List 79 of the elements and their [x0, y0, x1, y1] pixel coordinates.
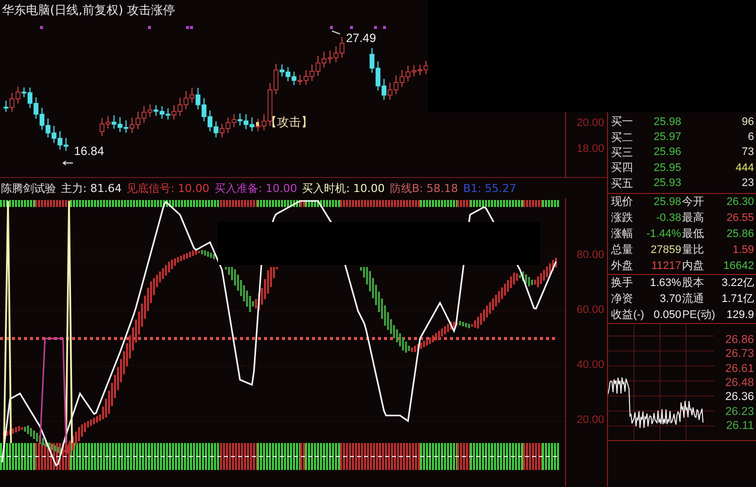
legend-item: 主力: 81.64 — [61, 180, 122, 196]
signal-marker — [374, 26, 377, 29]
legend-item: 防线B: 58.18 — [390, 180, 458, 196]
legend-item: B1: 55.27 — [463, 182, 516, 194]
stat-value: 16642 — [722, 260, 754, 272]
stat-value: -0.38 — [655, 212, 682, 224]
chart-title: 华东电脑(日线,前复权) 攻击涨停 — [2, 2, 175, 19]
stat-label: 流通 — [682, 292, 706, 306]
stat-label: 外盘 — [611, 259, 634, 274]
stat-label: 换手 — [611, 276, 634, 290]
high-price-label: 27.49 — [346, 31, 376, 45]
bid-volume: 444 — [734, 162, 754, 174]
bid-volume: 6 — [746, 131, 754, 144]
low-price-label: 16.84 — [74, 144, 104, 158]
indicator-axis-label: 20.00 — [576, 414, 604, 426]
indicator-axis-label: 60.00 — [576, 304, 604, 316]
signal-marker — [40, 26, 43, 29]
stat-label: 总量 — [611, 243, 634, 258]
stat-label: 涨幅 — [611, 227, 634, 242]
stat-label: 最高 — [682, 210, 706, 226]
signal-marker — [330, 26, 333, 29]
stat-value: 3.70 — [658, 292, 682, 305]
bid-price: 25.95 — [652, 162, 682, 174]
minute-price-label: 26.86 — [725, 334, 754, 346]
stat-label: 量比 — [682, 243, 706, 258]
stat-value: 129.9 — [725, 308, 754, 321]
stat-value: 1.71亿 — [720, 292, 754, 306]
stat-label: 最低 — [682, 227, 706, 242]
stat-label: 净资 — [611, 292, 634, 306]
legend-item: 陈腾剑试验 — [1, 180, 56, 196]
stat-value: 1.63% — [649, 276, 682, 289]
minute-price-label: 26.23 — [725, 406, 754, 418]
stat-value: 25.98 — [652, 196, 682, 208]
signal-marker — [383, 26, 386, 29]
stat-value: 25.86 — [725, 228, 754, 240]
stat-label: 收益(-) — [611, 308, 644, 322]
stat-label: 股本 — [682, 276, 706, 290]
signal-label: 【攻击】 — [265, 114, 313, 131]
minute-price-label: 26.36 — [725, 391, 754, 404]
stat-value: 0.050 — [652, 308, 682, 321]
stat-label: 现价 — [611, 195, 634, 210]
price-axis-label: 18.00 — [576, 143, 604, 155]
bid-price: 25.98 — [652, 116, 682, 128]
stat-value: 27859 — [650, 244, 682, 256]
minute-price-label: 26.73 — [725, 348, 754, 360]
bid-label: 买五 — [611, 176, 634, 191]
stat-label: PE(动) — [682, 308, 714, 322]
bid-label: 买一 — [611, 115, 634, 130]
signal-marker — [256, 122, 259, 126]
legend-item: 买入时机: 10.00 — [302, 180, 385, 196]
stat-label: 今开 — [682, 195, 706, 210]
arrow-icon — [62, 160, 74, 166]
bid-price: 25.97 — [652, 131, 682, 144]
minute-price-label: 26.61 — [725, 362, 754, 375]
indicator-axis-label: 40.00 — [576, 359, 604, 371]
stat-value: 1.59 — [732, 244, 754, 256]
bid-volume: 73 — [740, 146, 754, 158]
minute-price-label: 26.48 — [725, 376, 754, 389]
signal-marker — [148, 26, 151, 29]
indicator-axis-label: 80.00 — [576, 249, 604, 261]
bid-volume: 96 — [740, 116, 754, 128]
stat-label: 涨跌 — [611, 211, 634, 226]
bid-label: 买二 — [611, 130, 634, 145]
price-axis-label: 20.00 — [576, 117, 604, 129]
bid-volume: 23 — [740, 177, 754, 190]
legend-item: 买入准备: 10.00 — [214, 180, 298, 196]
stat-value: 11217 — [650, 260, 682, 272]
bid-label: 买四 — [611, 161, 634, 176]
minute-price-label: 26.11 — [726, 420, 754, 432]
stat-value: -1.44% — [645, 228, 682, 240]
stat-value: 26.55 — [725, 212, 754, 224]
stat-value: 3.22亿 — [720, 276, 754, 290]
stat-label: 内盘 — [682, 259, 706, 274]
bid-price: 25.96 — [652, 146, 682, 158]
stat-value: 26.30 — [725, 196, 754, 208]
bid-label: 买三 — [611, 146, 634, 160]
bid-price: 25.93 — [652, 177, 682, 190]
signal-marker — [350, 26, 353, 29]
legend-item: 见底信号: 10.00 — [126, 180, 210, 196]
